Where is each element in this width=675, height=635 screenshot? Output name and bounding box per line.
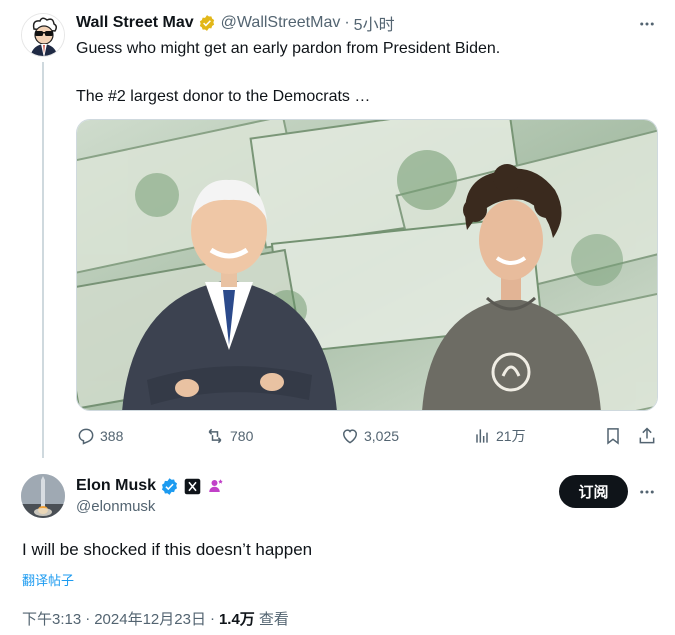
translate-post-link[interactable]: 翻译帖子 xyxy=(22,570,74,589)
tweet1-header: Wall Street Mav @WallStreetMav · 5小时 xyxy=(76,11,395,35)
reply-icon xyxy=(76,426,100,446)
elon-musk-avatar[interactable] xyxy=(21,474,65,518)
author-handle[interactable]: @WallStreetMav xyxy=(221,14,341,32)
like-button[interactable]: 3,025 xyxy=(340,424,399,448)
views-label: 查看 xyxy=(258,611,289,628)
post-metadata: 下午3:13 · 2024年12月23日 · 1.4万 查看 xyxy=(22,608,289,629)
reply-count: 388 xyxy=(100,428,124,444)
bookmark-icon xyxy=(603,426,627,446)
parody-person-icon xyxy=(207,477,225,495)
post-time[interactable]: 5小时 xyxy=(354,11,395,35)
thread-line xyxy=(42,62,44,458)
separator-dot: · xyxy=(85,610,91,627)
post-time[interactable]: 下午3:13 xyxy=(22,608,81,629)
verified-blue-badge-icon xyxy=(160,477,179,496)
share-icon xyxy=(637,426,661,446)
quoted-tweet: Wall Street Mav @WallStreetMav · 5小时 Gue… xyxy=(0,0,675,458)
heart-icon xyxy=(340,426,364,446)
post-date[interactable]: 2024年12月23日 xyxy=(94,608,206,629)
views-count: 1.4万 xyxy=(218,611,255,628)
views-button[interactable]: 21万 xyxy=(472,424,526,448)
tweet1-action-bar: 388 780 3,025 21万 xyxy=(76,424,658,448)
repost-icon xyxy=(204,426,230,446)
more-options-icon[interactable] xyxy=(637,482,657,502)
bar-chart-icon xyxy=(472,426,496,446)
tweet1-line1: Guess who might get an early pardon from… xyxy=(76,40,501,57)
author-handle[interactable]: @elonmusk xyxy=(76,498,155,515)
views-count: 21万 xyxy=(496,428,526,444)
x-affiliate-icon[interactable] xyxy=(184,478,201,495)
tweet1-text: Guess who might get an early pardon from… xyxy=(76,38,636,107)
bookmark-button[interactable] xyxy=(603,424,627,448)
verified-gold-badge-icon xyxy=(198,14,216,32)
tweet2-text: I will be shocked if this doesn’t happen xyxy=(22,540,313,559)
subscribe-button[interactable]: 订阅 xyxy=(559,475,628,508)
repost-count: 780 xyxy=(230,428,254,444)
separator-dot: · xyxy=(344,14,350,31)
author-name[interactable]: Elon Musk xyxy=(76,477,156,495)
more-options-icon[interactable] xyxy=(637,14,657,34)
reply-button[interactable]: 388 xyxy=(76,424,123,448)
wall-street-mav-avatar[interactable] xyxy=(21,13,65,57)
separator-dot: · xyxy=(209,610,215,627)
author-name[interactable]: Wall Street Mav xyxy=(76,14,194,32)
like-count: 3,025 xyxy=(364,428,400,444)
tweet1-line2: The #2 largest donor to the Democrats … xyxy=(76,88,371,105)
repost-button[interactable]: 780 xyxy=(204,424,253,448)
share-button[interactable] xyxy=(637,424,661,448)
tweet2-header: Elon Musk xyxy=(76,476,225,496)
tweet-image[interactable] xyxy=(76,119,658,411)
